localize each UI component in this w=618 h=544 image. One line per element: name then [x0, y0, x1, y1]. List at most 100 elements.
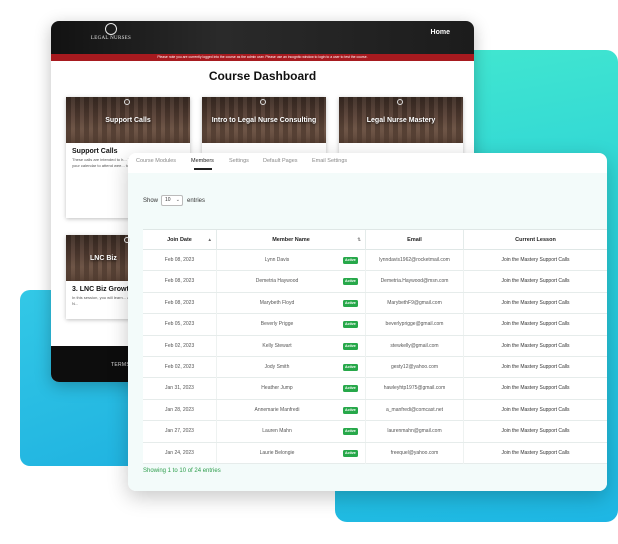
join-date-cell: Feb 08, 2023: [143, 271, 217, 293]
member-name-cell: Beverly Prigge Active: [217, 314, 366, 336]
course-card-intro-legal-nurse[interactable]: Intro to Legal Nurse Consulting: [202, 97, 326, 155]
table-header: Join Date ▲ Member Name ⇅ Email Current …: [143, 230, 607, 250]
course-card-banner-title: Legal Nurse Mastery: [366, 117, 436, 124]
email-cell: freequel@yahoo.com: [366, 442, 464, 464]
tab-settings[interactable]: Settings: [229, 158, 249, 164]
logo-emblem-icon: [105, 23, 117, 35]
member-name-cell: Heather Jump Active: [217, 378, 366, 400]
current-lesson-cell: Join the Mastery Support Calls: [501, 363, 570, 370]
status-badge: Active: [343, 342, 358, 350]
current-lesson-cell: Join the Mastery Support Calls: [501, 321, 570, 328]
status-badge: Active: [343, 363, 358, 371]
member-name[interactable]: Heather Jump: [217, 378, 337, 399]
current-lesson-cell: Join the Mastery Support Calls: [501, 257, 570, 263]
entries-label: entries: [187, 198, 206, 204]
nav-home-link[interactable]: Home: [431, 29, 450, 36]
join-date-cell: Feb 02, 2023: [143, 356, 217, 378]
member-name-cell: Demetria Haywood Active: [217, 271, 366, 293]
current-lesson-cell: Join the Mastery Support Calls: [501, 278, 570, 285]
banner-logo-icon: [256, 99, 270, 107]
member-name[interactable]: Annemarie Manfredi: [217, 400, 337, 421]
email-cell: lynndavis1962@rocketmail.com: [366, 250, 464, 271]
current-lesson-cell: Join the Mastery Support Calls: [501, 428, 570, 435]
page-size-value: 10: [165, 197, 171, 203]
banner-logo-icon: [120, 237, 134, 245]
email-cell: beverlyprigge@gmail.com: [366, 314, 464, 336]
status-badge: Active: [343, 299, 358, 307]
table-row[interactable]: Jan 27, 2023 Lauren Mahn Active laurenmahn@…: [143, 421, 607, 443]
table-row[interactable]: Feb 02, 2023 Kelly Stewart Active stewkelly…: [143, 335, 607, 357]
member-name[interactable]: Demetria Haywood: [217, 271, 337, 292]
column-header-email[interactable]: Email: [366, 230, 464, 250]
table-row[interactable]: Feb 08, 2023 Lynn Davis Active lynndavis196…: [143, 250, 607, 272]
status-badge: Active: [343, 428, 358, 436]
tab-members[interactable]: Members: [191, 158, 214, 164]
logo-text: LEGAL NURSES: [90, 36, 132, 41]
member-name-cell: Laurie Belongie Active: [217, 442, 366, 464]
table-row[interactable]: Jan 31, 2023 Heather Jump Active hawleyhtp1…: [143, 378, 607, 400]
status-badge: Active: [343, 321, 358, 329]
chevron-down-icon: ⌄: [175, 197, 180, 203]
email-cell: MarybethF9@gmail.com: [366, 292, 464, 314]
course-card-banner-title: Intro to Legal Nurse Consulting: [211, 117, 317, 124]
members-window: Course Modules Members Settings Default …: [128, 153, 607, 491]
email-cell: a_manfredi@comcast.net: [366, 399, 464, 421]
members-table: Join Date ▲ Member Name ⇅ Email Current …: [143, 229, 607, 464]
table-body: Feb 08, 2023 Lynn Davis Active lynndavis196…: [143, 250, 607, 464]
table-row[interactable]: Feb 08, 2023 Marybeth Floyd Active Marybeth…: [143, 292, 607, 315]
email-cell: Demetria.Haywood@msn.com: [366, 271, 464, 293]
member-name-cell: Lynn Davis Active: [217, 250, 366, 271]
current-lesson-cell: Join the Mastery Support Calls: [501, 406, 570, 413]
member-name-cell: Lauren Mahn Active: [217, 421, 366, 443]
column-header-join-date[interactable]: Join Date ▲: [143, 230, 217, 250]
tab-email-settings[interactable]: Email Settings: [312, 158, 347, 164]
banner-logo-icon: [393, 99, 407, 107]
member-name-cell: Marybeth Floyd Active: [217, 292, 366, 314]
email-cell: stewkelly@gmail.com: [366, 335, 464, 357]
course-card-banner: Legal Nurse Mastery: [339, 97, 463, 143]
column-header-current-lesson[interactable]: Current Lesson: [464, 230, 607, 250]
table-row[interactable]: Jan 28, 2023 Annemarie Manfredi Active a_ma…: [143, 399, 607, 422]
join-date-cell: Jan 24, 2023: [143, 442, 217, 464]
table-row[interactable]: Feb 02, 2023 Jody Smith Active gesty12@yaho…: [143, 356, 607, 379]
member-name[interactable]: Kelly Stewart: [217, 336, 337, 357]
status-badge: Active: [343, 278, 358, 286]
tab-course-modules[interactable]: Course Modules: [136, 158, 176, 164]
table-row[interactable]: Feb 05, 2023 Beverly Prigge Active beverlyp…: [143, 314, 607, 336]
show-label: Show: [143, 198, 159, 204]
member-name-cell: Kelly Stewart Active: [217, 335, 366, 357]
site-logo[interactable]: LEGAL NURSES: [87, 21, 135, 51]
page-size-select[interactable]: 10 ⌄: [161, 195, 183, 206]
course-card-banner: Support Calls: [66, 97, 190, 143]
course-card-banner-title: Support Calls: [105, 117, 151, 124]
email-cell: laurenmahn@gmail.com: [366, 421, 464, 443]
table-row[interactable]: Jan 24, 2023 Laurie Belongie Active freeque…: [143, 442, 607, 464]
member-name[interactable]: Laurie Belongie: [217, 443, 337, 464]
status-badge: Active: [343, 406, 358, 414]
join-date-cell: Jan 27, 2023: [143, 421, 217, 443]
member-name[interactable]: Marybeth Floyd: [217, 293, 337, 314]
member-name[interactable]: Lynn Davis: [217, 250, 337, 271]
member-name[interactable]: Jody Smith: [217, 357, 337, 378]
current-lesson-cell: Join the Mastery Support Calls: [501, 385, 570, 392]
top-navigation-bar: LEGAL NURSES Home: [51, 21, 474, 54]
pagination-info: Showing 1 to 10 of 24 entries: [143, 468, 221, 474]
current-lesson-cell: Join the Mastery Support Calls: [501, 299, 570, 306]
sort-icon: ⇅: [357, 237, 361, 242]
email-cell: hawleyhtp1975@gmail.com: [366, 378, 464, 400]
column-header-label: Join Date: [167, 237, 192, 243]
member-name[interactable]: Lauren Mahn: [217, 421, 337, 442]
member-name[interactable]: Beverly Prigge: [217, 314, 337, 335]
tab-default-pages[interactable]: Default Pages: [263, 158, 298, 164]
column-header-member-name[interactable]: Member Name ⇅: [217, 230, 366, 250]
join-date-cell: Feb 05, 2023: [143, 314, 217, 336]
table-row[interactable]: Feb 08, 2023 Demetria Haywood Active Demetr…: [143, 271, 607, 293]
members-panel: Show 10 ⌄ entries Join Date ▲ Member Nam…: [128, 173, 607, 491]
join-date-cell: Jan 28, 2023: [143, 399, 217, 421]
course-card-legal-nurse-mastery[interactable]: Legal Nurse Mastery: [339, 97, 463, 155]
banner-logo-icon: [120, 99, 134, 107]
join-date-cell: Jan 31, 2023: [143, 378, 217, 400]
column-header-label: Current Lesson: [515, 237, 556, 243]
join-date-cell: Feb 08, 2023: [143, 292, 217, 314]
current-lesson-cell: Join the Mastery Support Calls: [501, 342, 570, 349]
